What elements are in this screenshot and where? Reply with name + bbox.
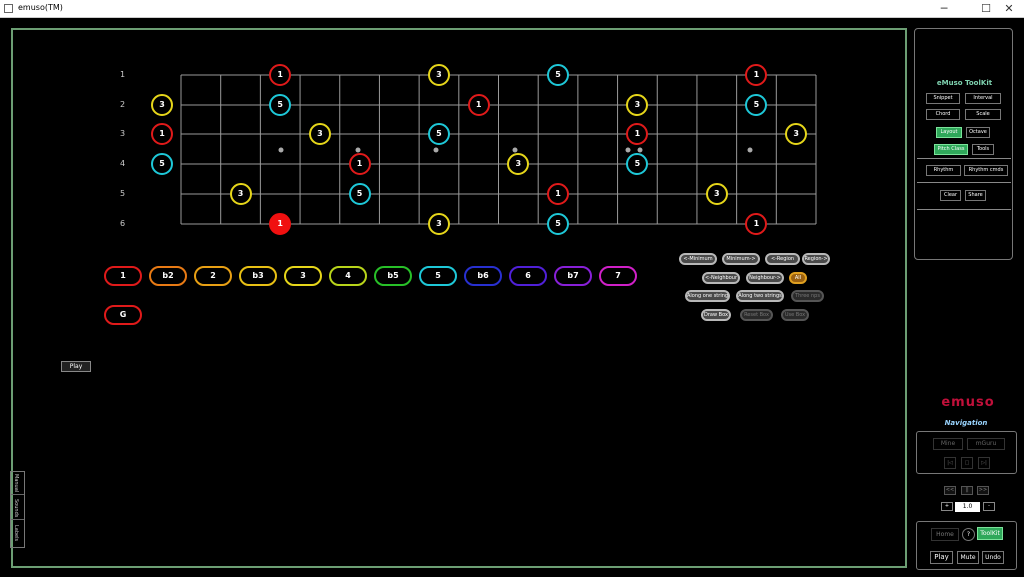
degree-button[interactable]: 2 [194, 266, 232, 286]
fret-inlay [637, 147, 643, 153]
navigation-label: Navigation [944, 419, 988, 427]
toolkit-title: eMuso ToolKit [936, 79, 993, 87]
home-button[interactable]: Home [931, 528, 959, 541]
mute-button[interactable]: Mute [957, 551, 979, 564]
tab-sounds[interactable]: Sounds [11, 497, 24, 520]
interval-button[interactable]: Interval [965, 93, 1001, 104]
fret-inlay [512, 147, 518, 153]
pitch-class-button[interactable]: Pitch Class [934, 144, 968, 155]
degree-button[interactable]: 5 [419, 266, 457, 286]
key-button[interactable]: G [104, 305, 142, 325]
degree-button[interactable]: 1 [104, 266, 142, 286]
tab-manual[interactable]: Manual [11, 472, 24, 495]
fret-inlay [625, 147, 631, 153]
pause-button[interactable]: || [961, 486, 973, 495]
region-button[interactable]: Use Box [781, 309, 809, 321]
region-button[interactable]: Along one string [685, 290, 730, 302]
fret-inlay [433, 147, 439, 153]
speed-plus-button[interactable]: + [941, 502, 953, 511]
degree-button[interactable]: b7 [554, 266, 592, 286]
fret-note[interactable]: 5 [427, 123, 450, 145]
share-button[interactable]: Share [965, 190, 986, 201]
chord-button[interactable]: Chord [926, 109, 960, 120]
degree-button[interactable]: 6 [509, 266, 547, 286]
fret-note[interactable]: 3 [427, 64, 450, 86]
home-panel: Home ? ToolKit Play Mute Undo [916, 521, 1017, 570]
degree-button[interactable]: b2 [149, 266, 187, 286]
region-button[interactable]: <-Region [765, 253, 800, 265]
rhythm-button[interactable]: Rhythm [926, 165, 961, 176]
fret-inlay [747, 147, 753, 153]
region-button[interactable]: All [789, 272, 807, 284]
fret-note[interactable]: 1 [348, 153, 371, 175]
fast-forward-button[interactable]: >> [977, 486, 989, 495]
scale-button[interactable]: Scale [965, 109, 1001, 120]
fret-note[interactable]: 3 [229, 183, 252, 205]
next-button[interactable]: ▷| [978, 457, 990, 469]
stop-button[interactable]: □ [961, 457, 973, 469]
home-play-button[interactable]: Play [930, 551, 953, 564]
string-number: 3 [120, 129, 126, 138]
emuso-logo: emuso [941, 395, 995, 410]
degree-button[interactable]: b5 [374, 266, 412, 286]
navigation-panel: Mine mGuru |◁ □ ▷| [916, 431, 1017, 474]
fret-inlay [355, 147, 361, 153]
fret-note[interactable]: 1 [467, 94, 490, 116]
region-button[interactable]: Three nps [791, 290, 824, 302]
region-button[interactable]: Neighbour-> [746, 272, 784, 284]
snippet-button[interactable]: Snippet [926, 93, 960, 104]
side-tabs: Manual Sounds Labels [10, 471, 25, 548]
fret-note[interactable]: 5 [151, 153, 173, 175]
tab-labels[interactable]: Labels [11, 523, 24, 546]
fret-note[interactable]: 3 [705, 183, 728, 205]
fret-note[interactable]: 5 [547, 213, 570, 235]
region-button[interactable]: <-Neighbour [702, 272, 740, 284]
mguru-button[interactable]: mGuru [967, 438, 1005, 450]
fret-note[interactable]: 3 [151, 94, 173, 116]
mine-button[interactable]: Mine [933, 438, 963, 450]
region-button[interactable]: <-Minimum [679, 253, 717, 265]
degree-button[interactable]: 7 [599, 266, 637, 286]
degree-button[interactable]: 4 [329, 266, 367, 286]
string-number: 1 [120, 70, 126, 79]
play-button[interactable]: Play [61, 361, 91, 372]
string-number: 5 [120, 189, 126, 198]
toolkit-button[interactable]: ToolKit [977, 527, 1003, 540]
fret-inlay [278, 147, 284, 153]
fret-note[interactable]: 3 [785, 123, 808, 145]
clear-button[interactable]: Clear [940, 190, 961, 201]
divider [917, 209, 1011, 210]
divider [917, 158, 1011, 159]
region-button[interactable]: Reset Box [740, 309, 773, 321]
previous-button[interactable]: |◁ [944, 457, 956, 469]
fret-note[interactable]: 1 [547, 183, 570, 205]
octave-button[interactable]: Octave [966, 127, 990, 138]
fret-note[interactable]: 1 [151, 123, 173, 145]
tools-button[interactable]: Tools [972, 144, 994, 155]
string-number: 2 [120, 100, 126, 109]
layout-button[interactable]: Layout [936, 127, 962, 138]
region-button[interactable]: Minimum-> [722, 253, 760, 265]
string-number: 4 [120, 159, 126, 168]
rewind-button[interactable]: << [944, 486, 956, 495]
undo-button[interactable]: Undo [982, 551, 1004, 564]
help-button[interactable]: ? [962, 528, 975, 541]
fret-note[interactable]: 3 [427, 213, 450, 235]
string-number: 6 [120, 219, 126, 228]
fret-note[interactable]: 5 [547, 64, 570, 86]
toolkit-panel: eMuso ToolKit Snippet Interval Chord Sca… [914, 28, 1013, 260]
fretboard-lines [180, 74, 817, 225]
speed-minus-button[interactable]: - [983, 502, 995, 511]
divider [917, 182, 1011, 183]
degree-button[interactable]: b3 [239, 266, 277, 286]
speed-input[interactable]: 1.0 [955, 502, 980, 512]
region-button[interactable]: Draw Box [701, 309, 731, 321]
fret-note[interactable]: 5 [348, 183, 371, 205]
degree-button[interactable]: 3 [284, 266, 322, 286]
region-button[interactable]: Region-> [802, 253, 830, 265]
region-button[interactable]: Along two strings [736, 290, 784, 302]
fret-note[interactable]: 3 [308, 123, 331, 145]
degree-button[interactable]: b6 [464, 266, 502, 286]
rhythm-cmds-button[interactable]: Rhythm cmds [964, 165, 1008, 176]
